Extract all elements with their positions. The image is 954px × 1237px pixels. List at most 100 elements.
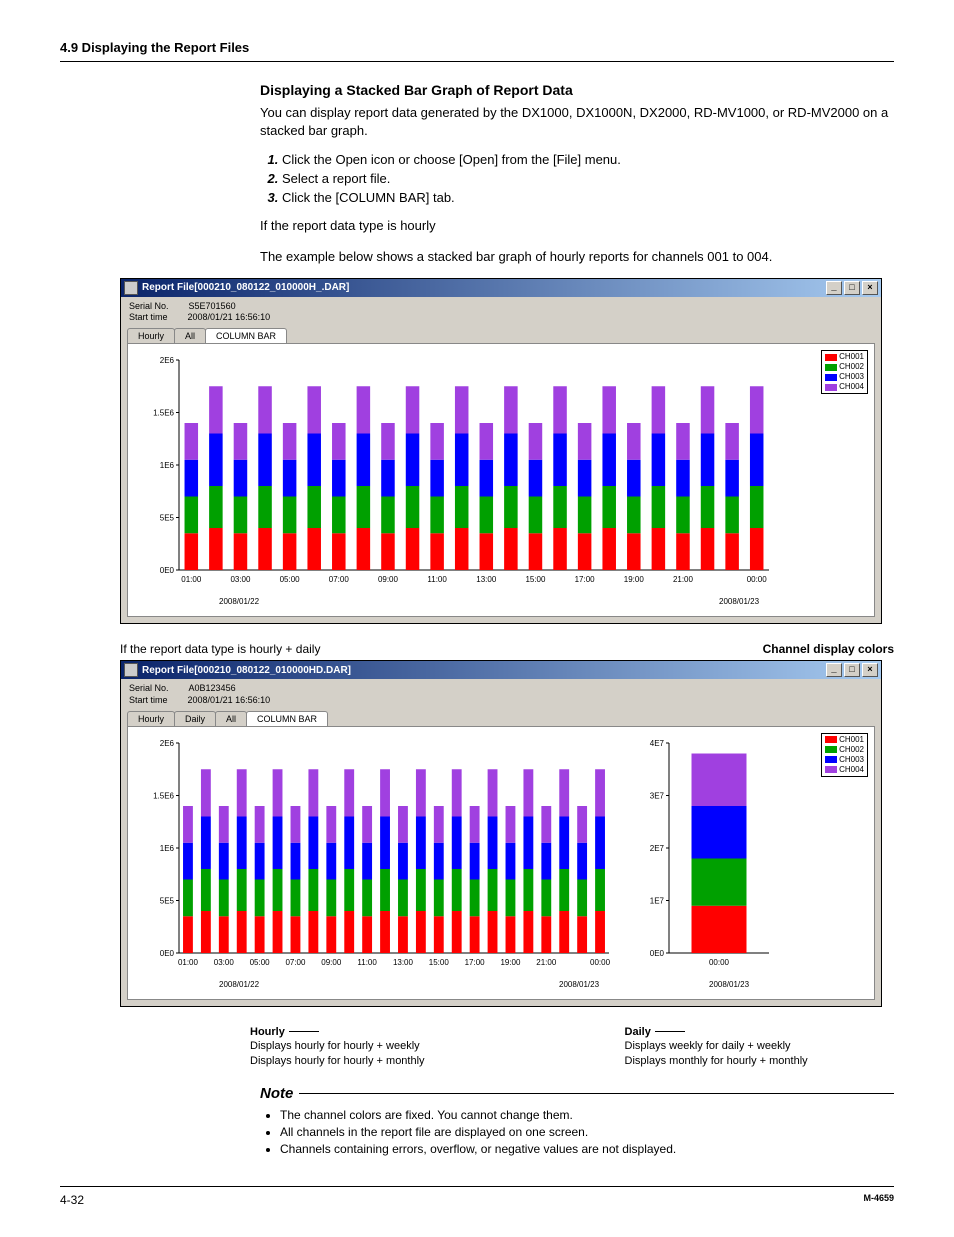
report-window-hourly-daily: Report File[000210_080122_010000HD.DAR] … (120, 660, 882, 1006)
note-title: Note (260, 1085, 293, 1102)
svg-text:11:00: 11:00 (427, 575, 447, 584)
annotation-hourly: Hourly Displays hourly for hourly + week… (250, 1025, 425, 1070)
tab-all[interactable]: All (174, 328, 206, 343)
legend-swatch (825, 384, 837, 391)
svg-text:00:00: 00:00 (590, 958, 611, 967)
window-header: Serial No. A0B123456 Start time 2008/01/… (121, 679, 881, 708)
step-1: Click the Open icon or choose [Open] fro… (282, 152, 894, 167)
svg-text:19:00: 19:00 (500, 958, 521, 967)
legend: CH001 CH002 CH003 CH004 (821, 350, 868, 394)
doc-id: M-4659 (863, 1193, 894, 1207)
close-button[interactable]: × (862, 663, 878, 677)
tab-all[interactable]: All (215, 711, 247, 726)
svg-text:21:00: 21:00 (536, 958, 557, 967)
svg-text:07:00: 07:00 (329, 575, 350, 584)
close-button[interactable]: × (862, 281, 878, 295)
if-hourly-head: If the report data type is hourly (260, 217, 894, 235)
maximize-button[interactable]: □ (844, 281, 860, 295)
svg-text:5E5: 5E5 (160, 896, 175, 905)
stacked-bar-chart-daily: 0E01E72E73E74E700:002008/01/23 (624, 733, 774, 993)
svg-text:01:00: 01:00 (178, 958, 199, 967)
svg-text:13:00: 13:00 (393, 958, 414, 967)
svg-text:1E6: 1E6 (160, 461, 175, 470)
tab-hourly[interactable]: Hourly (127, 711, 175, 726)
tabbar: Hourly All COLUMN BAR (121, 328, 881, 343)
svg-text:0E0: 0E0 (650, 949, 665, 958)
svg-text:15:00: 15:00 (525, 575, 546, 584)
legend-item: CH004 (825, 765, 864, 775)
report-window-hourly: Report File[000210_080122_010000H_.DAR] … (120, 278, 882, 624)
svg-text:13:00: 13:00 (476, 575, 497, 584)
svg-text:2E6: 2E6 (160, 356, 175, 365)
svg-text:2E7: 2E7 (650, 844, 665, 853)
svg-text:05:00: 05:00 (250, 958, 271, 967)
svg-text:05:00: 05:00 (280, 575, 301, 584)
note-block: Note The channel colors are fixed. You c… (260, 1085, 894, 1156)
legend: CH001 CH002 CH003 CH004 (821, 733, 868, 777)
window-title: Report File[000210_080122_010000H_.DAR] (142, 282, 824, 293)
legend-swatch (825, 756, 837, 763)
svg-text:2008/01/23: 2008/01/23 (559, 980, 600, 989)
section-title: Displaying a Stacked Bar Graph of Report… (260, 82, 894, 98)
minimize-button[interactable]: _ (826, 281, 842, 295)
legend-swatch (825, 374, 837, 381)
minimize-button[interactable]: _ (826, 663, 842, 677)
svg-text:00:00: 00:00 (709, 958, 730, 967)
tab-daily[interactable]: Daily (174, 711, 216, 726)
window-header: Serial No. S5E701560 Start time 2008/01/… (121, 297, 881, 326)
tab-hourly[interactable]: Hourly (127, 328, 175, 343)
svg-text:09:00: 09:00 (321, 958, 342, 967)
legend-item: CH003 (825, 755, 864, 765)
note-item: The channel colors are fixed. You cannot… (280, 1108, 894, 1122)
svg-text:09:00: 09:00 (378, 575, 399, 584)
stacked-bar-chart-hourly: 0E05E51E61.5E62E601:0003:0005:0007:0009:… (134, 350, 774, 610)
svg-text:2008/01/22: 2008/01/22 (219, 597, 260, 606)
chart-panel-hourly: 0E05E51E61.5E62E601:0003:0005:0007:0009:… (127, 343, 875, 617)
tabbar: Hourly Daily All COLUMN BAR (121, 711, 881, 726)
caption-channel-colors: Channel display colors (763, 642, 894, 656)
note-item: Channels containing errors, overflow, or… (280, 1142, 894, 1156)
svg-text:17:00: 17:00 (465, 958, 486, 967)
titlebar[interactable]: Report File[000210_080122_010000HD.DAR] … (121, 661, 881, 679)
svg-text:0E0: 0E0 (160, 566, 175, 575)
caption-hourly-daily: If the report data type is hourly + dail… (120, 642, 320, 656)
legend-swatch (825, 766, 837, 773)
step-2: Select a report file. (282, 171, 894, 186)
svg-text:2E6: 2E6 (160, 739, 175, 748)
legend-swatch (825, 354, 837, 361)
svg-text:15:00: 15:00 (429, 958, 450, 967)
svg-text:21:00: 21:00 (673, 575, 694, 584)
svg-text:2008/01/22: 2008/01/22 (219, 980, 260, 989)
svg-text:00:00: 00:00 (747, 575, 768, 584)
legend-item: CH001 (825, 735, 864, 745)
page-header: 4.9 Displaying the Report Files (60, 40, 894, 62)
svg-text:1E6: 1E6 (160, 844, 175, 853)
legend-item: CH001 (825, 352, 864, 362)
legend-item: CH003 (825, 372, 864, 382)
tab-column-bar[interactable]: COLUMN BAR (246, 711, 328, 726)
svg-text:2008/01/23: 2008/01/23 (709, 980, 750, 989)
legend-item: CH002 (825, 362, 864, 372)
window-title: Report File[000210_080122_010000HD.DAR] (142, 665, 824, 676)
intro-text: You can display report data generated by… (260, 104, 894, 140)
svg-text:1.5E6: 1.5E6 (153, 409, 174, 418)
svg-text:3E7: 3E7 (650, 791, 665, 800)
legend-item: CH004 (825, 382, 864, 392)
stacked-bar-chart-hourly-2: 0E05E51E61.5E62E601:0003:0005:0007:0009:… (134, 733, 614, 993)
page-number: 4-32 (60, 1193, 84, 1207)
step-3: Click the [COLUMN BAR] tab. (282, 190, 894, 205)
svg-text:1.5E6: 1.5E6 (153, 791, 174, 800)
svg-text:03:00: 03:00 (214, 958, 235, 967)
titlebar[interactable]: Report File[000210_080122_010000H_.DAR] … (121, 279, 881, 297)
svg-text:03:00: 03:00 (230, 575, 251, 584)
legend-swatch (825, 746, 837, 753)
tab-column-bar[interactable]: COLUMN BAR (205, 328, 287, 343)
maximize-button[interactable]: □ (844, 663, 860, 677)
if-hourly-text: The example below shows a stacked bar gr… (260, 248, 894, 266)
svg-text:11:00: 11:00 (357, 958, 377, 967)
svg-text:19:00: 19:00 (624, 575, 645, 584)
legend-swatch (825, 364, 837, 371)
legend-swatch (825, 736, 837, 743)
svg-text:0E0: 0E0 (160, 949, 175, 958)
chart-panel-hourly-daily: 0E05E51E61.5E62E601:0003:0005:0007:0009:… (127, 726, 875, 1000)
